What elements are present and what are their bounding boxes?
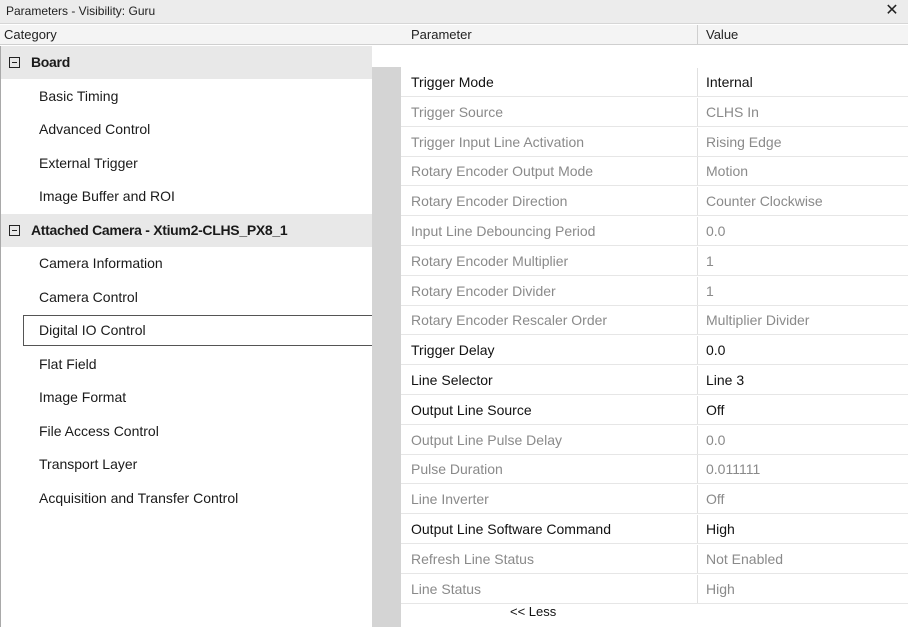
selection-outline <box>23 315 373 346</box>
category-item[interactable]: External Trigger <box>1 147 372 180</box>
parameter-value: Off <box>697 485 908 514</box>
parameter-name: Rotary Encoder Multiplier <box>411 252 569 269</box>
category-group[interactable]: Board <box>1 46 372 79</box>
parameter-row[interactable]: Pulse Duration 0.011111 <box>401 455 908 485</box>
parameter-value[interactable]: Off <box>697 395 908 424</box>
category-item[interactable]: Acquisition and Transfer Control <box>1 482 372 515</box>
parameter-value[interactable]: Internal <box>697 68 908 96</box>
parameter-value: High <box>697 574 908 603</box>
parameter-row[interactable]: Line Inverter Off <box>401 485 908 515</box>
parameter-name: Line Status <box>411 580 482 597</box>
parameter-value[interactable]: High <box>697 515 908 543</box>
category-item[interactable]: Flat Field <box>1 348 372 381</box>
parameter-name: Line Selector <box>411 372 493 388</box>
close-icon[interactable]: ✕ <box>882 1 902 21</box>
parameter-name: Output Line Source <box>411 401 532 418</box>
parameter-name: Refresh Line Status <box>411 550 534 567</box>
parameter-row[interactable]: Trigger Mode Internal <box>401 68 908 97</box>
category-label: Flat Field <box>39 355 97 372</box>
parameter-name: Line Inverter <box>411 491 489 508</box>
parameter-row[interactable]: Line Selector Line 3 <box>401 366 908 395</box>
category-label: Image Format <box>39 389 127 405</box>
category-label: Attached Camera - Xtium2-CLHS_PX8_1 <box>31 221 288 238</box>
parameter-value: 0.0 <box>697 217 908 245</box>
parameter-value[interactable]: Line 3 <box>697 366 908 394</box>
parameter-row[interactable]: Trigger Delay 0.0 <box>401 336 908 366</box>
parameter-value: 0.011111 <box>697 455 908 484</box>
category-item[interactable]: Image Buffer and ROI <box>1 180 372 213</box>
parameter-row[interactable]: Trigger Input Line Activation Rising Edge <box>401 127 908 157</box>
parameter-column-header[interactable]: Parameter <box>401 25 697 45</box>
category-label: Transport Layer <box>39 456 138 472</box>
parameter-row[interactable]: Output Line Source Off <box>401 395 908 425</box>
parameter-name: Input Line Debouncing Period <box>411 223 596 239</box>
collapse-icon[interactable] <box>9 224 20 236</box>
category-item[interactable]: Image Format <box>1 381 372 414</box>
category-item[interactable]: Advanced Control <box>1 113 372 146</box>
category-item[interactable]: Camera Information <box>1 247 372 280</box>
category-item[interactable]: Camera Control <box>1 281 372 314</box>
category-group[interactable]: Attached Camera - Xtium2-CLHS_PX8_1 <box>1 213 372 247</box>
parameter-row[interactable]: Input Line Debouncing Period 0.0 <box>401 217 908 246</box>
parameter-row[interactable]: Line Status High <box>401 574 908 604</box>
category-label: File Access Control <box>39 422 159 439</box>
category-label: Board <box>31 54 70 70</box>
category-item[interactable]: File Access Control <box>1 415 372 448</box>
category-item[interactable]: Transport Layer <box>1 448 372 481</box>
parameter-value: Rising Edge <box>697 127 908 156</box>
parameter-name: Rotary Encoder Output Mode <box>411 163 594 180</box>
parameter-name: Trigger Mode <box>411 74 494 90</box>
parameter-value: Multiplier Divider <box>697 306 908 335</box>
parameter-row[interactable]: Trigger Source CLHS In <box>401 97 908 127</box>
category-label: Camera Information <box>39 255 163 271</box>
parameter-name: Output Line Software Command <box>411 521 611 537</box>
parameter-value: Motion <box>697 157 908 186</box>
parameter-name: Trigger Input Line Activation <box>411 133 585 150</box>
category-item[interactable]: Basic Timing <box>1 80 372 113</box>
parameter-name: Trigger Delay <box>411 342 495 359</box>
parameter-value[interactable]: 0.0 <box>697 336 908 365</box>
parameter-row[interactable]: Rotary Encoder Direction Counter Clockwis… <box>401 187 908 217</box>
parameter-name: Output Line Pulse Delay <box>411 431 562 448</box>
title-bar: Parameters - Visibility: Guru ✕ <box>0 0 908 24</box>
parameter-name: Rotary Encoder Direction <box>411 193 568 210</box>
category-label: Camera Control <box>39 288 138 305</box>
parameter-row[interactable]: Rotary Encoder Divider 1 <box>401 276 908 306</box>
parameter-name: Pulse Duration <box>411 461 503 478</box>
category-column-header: Category <box>0 25 401 45</box>
parameter-row[interactable]: Rotary Encoder Multiplier 1 <box>401 246 908 276</box>
category-label: Acquisition and Transfer Control <box>39 489 239 506</box>
value-column-header[interactable]: Value <box>697 25 908 45</box>
parameter-scrollbar[interactable] <box>372 67 401 627</box>
category-label: Image Buffer and ROI <box>39 188 175 204</box>
parameter-value: Counter Clockwise <box>697 187 908 216</box>
category-tree: Board Basic Timing Advanced Control Externa… <box>0 46 373 627</box>
parameter-name: Rotary Encoder Divider <box>411 282 556 299</box>
parameter-row[interactable]: Rotary Encoder Output Mode Motion <box>401 157 908 187</box>
parameter-value: CLHS In <box>697 97 908 126</box>
category-label: Advanced Control <box>39 121 151 137</box>
parameter-name: Rotary Encoder Rescaler Order <box>411 312 608 329</box>
category-label: External Trigger <box>39 154 138 171</box>
less-button[interactable]: << Less <box>510 604 556 619</box>
category-label: Basic Timing <box>39 87 119 104</box>
parameter-name: Trigger Source <box>411 103 504 120</box>
parameter-row[interactable]: Rotary Encoder Rescaler Order Multiplier … <box>401 306 908 336</box>
parameter-value: 0.0 <box>697 425 908 454</box>
parameter-row[interactable]: Output Line Software Command High <box>401 515 908 544</box>
window-title: Parameters - Visibility: Guru <box>6 4 156 18</box>
parameter-value: 1 <box>697 246 908 275</box>
parameter-row[interactable]: Refresh Line Status Not Enabled <box>401 544 908 574</box>
parameter-row[interactable]: Output Line Pulse Delay 0.0 <box>401 425 908 455</box>
parameter-value: Not Enabled <box>697 544 908 573</box>
parameter-value: 1 <box>697 276 908 305</box>
collapse-icon[interactable] <box>9 57 20 68</box>
